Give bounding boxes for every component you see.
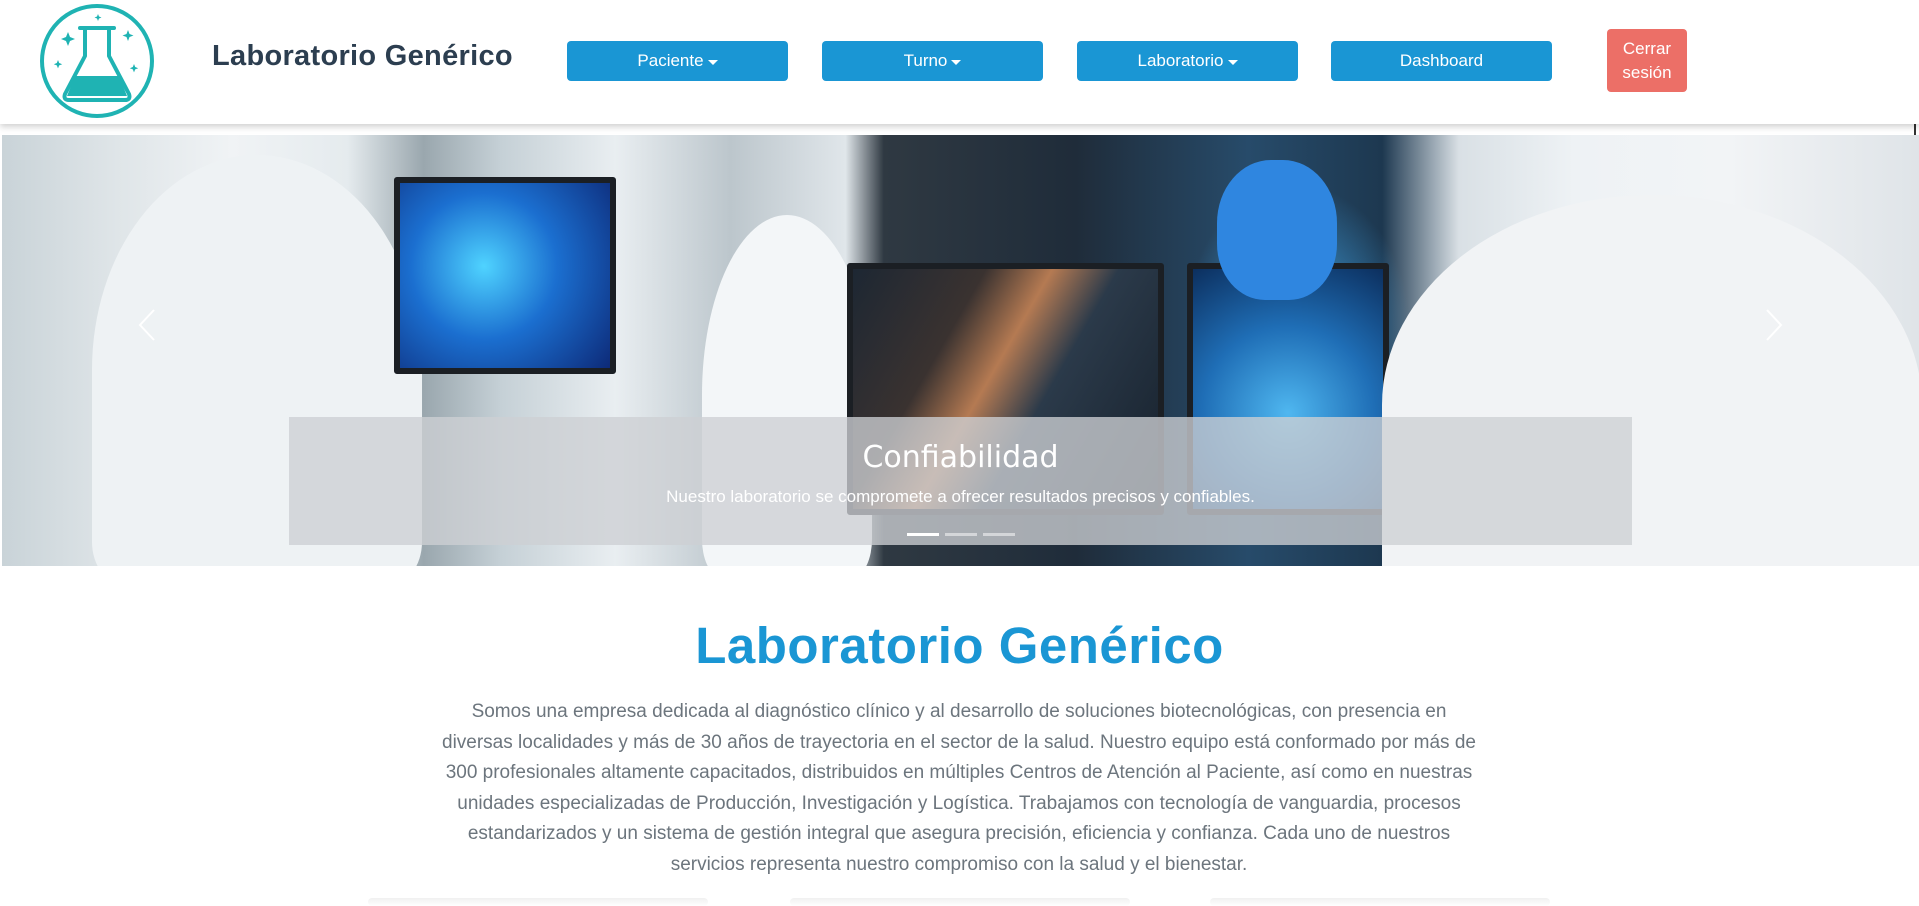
hero-carousel: Confiabilidad Nuestro laboratorio se com… xyxy=(2,135,1919,566)
caret-down-icon xyxy=(707,59,718,65)
carousel-indicator-1[interactable] xyxy=(906,533,939,536)
laboratorio-label: Laboratorio xyxy=(1137,51,1224,70)
laboratorio-dropdown-button[interactable]: Laboratorio xyxy=(1077,41,1298,81)
logout-button[interactable]: Cerrar sesión xyxy=(1607,29,1687,92)
turno-label: Turno xyxy=(903,51,948,70)
caret-down-icon xyxy=(1227,59,1238,65)
card-top-edge xyxy=(1210,898,1550,906)
carousel-indicators xyxy=(289,533,1632,536)
dashboard-label: Dashboard xyxy=(1399,51,1484,70)
lab-image xyxy=(1217,160,1337,300)
carousel-indicator-3[interactable] xyxy=(982,533,1015,536)
carousel-prev-button[interactable] xyxy=(127,295,167,355)
carousel-next-button[interactable] xyxy=(1754,295,1794,355)
caption-text: Nuestro laboratorio se compromete a ofre… xyxy=(666,487,1255,506)
card-top-edge xyxy=(790,898,1130,906)
paciente-dropdown-button[interactable]: Paciente xyxy=(567,41,788,81)
turno-dropdown-button[interactable]: Turno xyxy=(822,41,1043,81)
card-top-edge xyxy=(368,898,708,906)
lab-image xyxy=(394,177,616,374)
brand-title[interactable]: Laboratorio Genérico xyxy=(212,40,513,73)
chevron-left-icon xyxy=(138,309,155,341)
carousel-indicator-2[interactable] xyxy=(944,533,977,536)
carousel-caption: Confiabilidad Nuestro laboratorio se com… xyxy=(289,417,1632,545)
chevron-right-icon xyxy=(1766,309,1783,341)
caret-down-icon xyxy=(951,59,962,65)
dashboard-button[interactable]: Dashboard xyxy=(1331,41,1552,81)
about-title: Laboratorio Genérico xyxy=(695,617,1224,674)
about-text: Somos una empresa dedicada al diagnóstic… xyxy=(442,701,1476,875)
caption-title: Confiabilidad xyxy=(862,440,1059,475)
paciente-label: Paciente xyxy=(637,51,704,70)
flask-icon[interactable] xyxy=(38,2,156,120)
navbar: Laboratorio Genérico Paciente Turno Labo… xyxy=(0,0,1919,124)
